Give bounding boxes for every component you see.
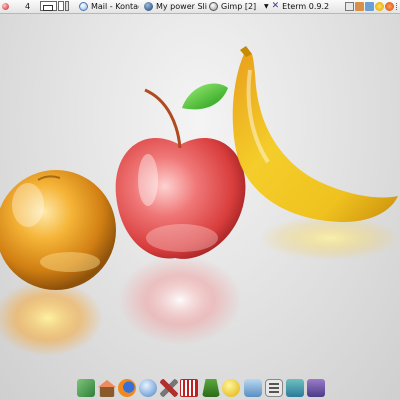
desktop-wallpaper bbox=[0, 46, 400, 356]
glass-orange bbox=[0, 170, 116, 290]
chat-icon[interactable] bbox=[222, 379, 240, 397]
presentation-icon bbox=[144, 2, 153, 11]
gimp-icon bbox=[209, 2, 218, 11]
panel-grip[interactable] bbox=[396, 3, 399, 10]
orange-reflection bbox=[0, 280, 103, 356]
dropdown-arrow-icon: ▼ bbox=[264, 3, 269, 10]
image-viewer-icon[interactable] bbox=[286, 379, 304, 397]
menu-button[interactable] bbox=[0, 0, 12, 13]
glass-banana bbox=[232, 46, 398, 223]
task-label: Mail - Kontact bbox=[91, 2, 139, 11]
task-presentation[interactable]: My power Sli bbox=[144, 0, 208, 13]
glass-apple bbox=[115, 83, 246, 259]
pager-workspace-1[interactable] bbox=[40, 1, 57, 11]
eterm-icon: ✕ bbox=[271, 1, 280, 11]
task-mail-kontact[interactable]: Mail - Kontact bbox=[79, 0, 139, 13]
task-label: My power Sli bbox=[156, 2, 207, 11]
mail-icon[interactable] bbox=[244, 379, 262, 397]
banana-reflection bbox=[260, 216, 400, 260]
firefox-icon[interactable] bbox=[118, 379, 136, 397]
mail-icon bbox=[79, 2, 88, 11]
workspace-pager[interactable] bbox=[40, 0, 70, 13]
top-panel: 4 Mail - Kontact My power Sli Gimp [2] ▼… bbox=[0, 0, 400, 14]
task-label: Gimp [2] bbox=[221, 2, 257, 11]
system-tray bbox=[343, 0, 400, 13]
trash-icon[interactable] bbox=[202, 379, 220, 397]
smiley-icon[interactable] bbox=[375, 2, 384, 11]
pager-workspace-3[interactable] bbox=[65, 1, 69, 11]
task-eterm[interactable]: ▼ ✕ Eterm 0.9.2 bbox=[264, 0, 342, 13]
calendar-icon[interactable] bbox=[180, 379, 198, 397]
settings-icon[interactable] bbox=[307, 379, 325, 397]
pager-window-thumb bbox=[43, 5, 53, 11]
network-icon[interactable] bbox=[365, 2, 374, 11]
home-icon[interactable] bbox=[98, 379, 116, 397]
network-icon[interactable] bbox=[139, 379, 157, 397]
emoticon-icon[interactable] bbox=[385, 2, 394, 11]
red-dot-icon bbox=[2, 3, 9, 10]
pager-workspace-2[interactable] bbox=[58, 1, 64, 11]
graphics-icon[interactable] bbox=[77, 379, 95, 397]
folder-icon[interactable] bbox=[355, 2, 364, 11]
apple-reflection bbox=[118, 255, 242, 345]
workspace-number: 4 bbox=[25, 2, 31, 11]
text-editor-icon[interactable] bbox=[265, 379, 283, 397]
tools-icon[interactable] bbox=[160, 379, 178, 397]
notes-icon[interactable] bbox=[345, 2, 354, 11]
application-dock bbox=[0, 376, 400, 400]
task-gimp[interactable]: Gimp [2] bbox=[209, 0, 261, 13]
task-label: Eterm 0.9.2 bbox=[282, 2, 330, 11]
